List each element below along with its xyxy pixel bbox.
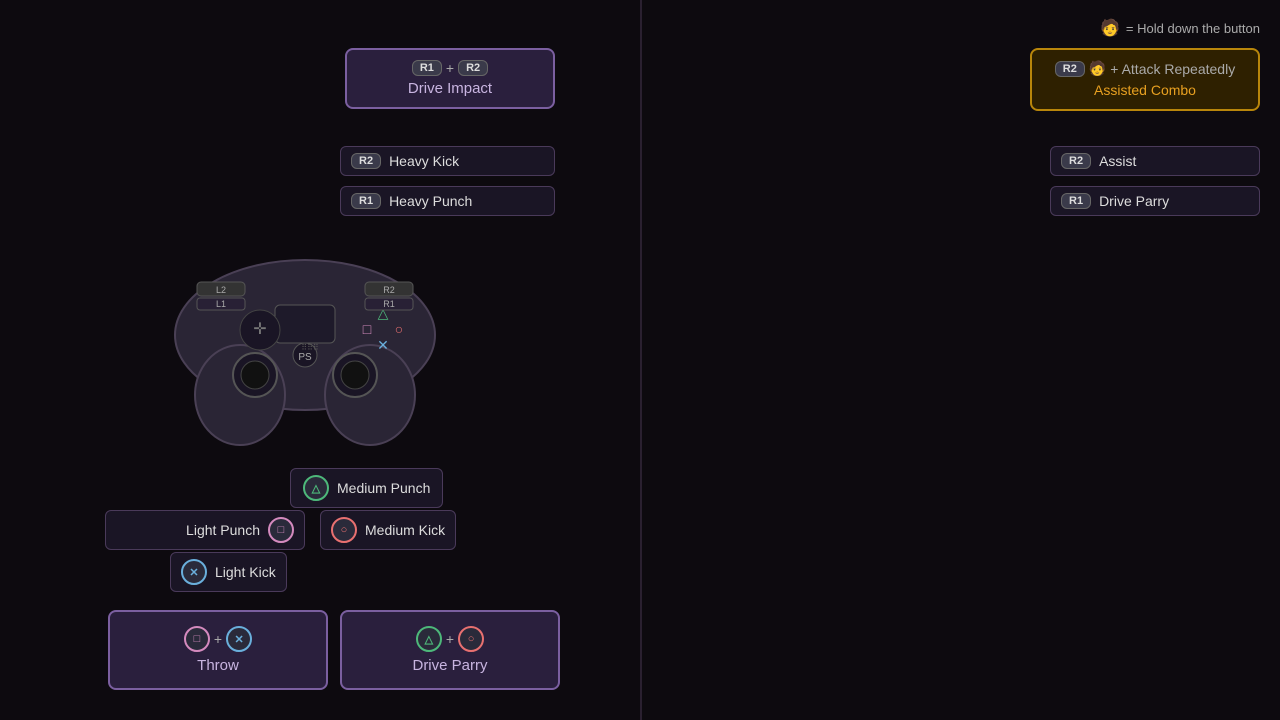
assisted-combo-box: R2 🧑 + Attack Repeatedly Assisted Combo bbox=[1030, 48, 1260, 111]
r2-badge-hk: R2 bbox=[351, 153, 381, 169]
r2-badge-assist: R2 bbox=[1061, 153, 1091, 169]
assist-text: Assist bbox=[1099, 153, 1136, 169]
svg-text:✕: ✕ bbox=[377, 337, 389, 353]
svg-text:L2: L2 bbox=[216, 285, 226, 295]
r1-badge-dp: R1 bbox=[1061, 193, 1091, 209]
light-punch-text: Light Punch bbox=[186, 522, 260, 538]
r1-badge: R1 bbox=[412, 60, 442, 76]
svg-text:⠿⠿⠿: ⠿⠿⠿ bbox=[301, 343, 319, 352]
controller-left-svg: ✛ PS △ □ ○ ✕ ⠿⠿⠿ L2 L1 R2 R1 bbox=[155, 230, 455, 450]
square-btn-throw: □ bbox=[184, 626, 210, 652]
r2-badge: R2 bbox=[458, 60, 488, 76]
assisted-combo-buttons: R2 🧑 + Attack Repeatedly bbox=[1046, 60, 1244, 77]
heavy-punch-row: R1 Heavy Punch bbox=[340, 186, 555, 216]
assist-row: R2 Assist bbox=[1050, 146, 1260, 176]
controller-left: ✛ PS △ □ ○ ✕ ⠿⠿⠿ L2 L1 R2 R1 bbox=[155, 230, 455, 450]
svg-text:L1: L1 bbox=[216, 299, 226, 309]
square-btn-lp: □ bbox=[268, 517, 294, 543]
left-panel: R1 + R2 Drive Impact R2 Heavy Kick R1 He… bbox=[0, 0, 640, 720]
triangle-btn-dp: △ bbox=[416, 626, 442, 652]
r2-badge-ac: R2 bbox=[1055, 61, 1085, 77]
drive-impact-box-left: R1 + R2 Drive Impact bbox=[345, 48, 555, 109]
triangle-btn-mp: △ bbox=[303, 475, 329, 501]
hold-icon-ac: 🧑 bbox=[1089, 60, 1106, 77]
cross-btn-throw: ✕ bbox=[226, 626, 252, 652]
circle-btn-dp: ○ bbox=[458, 626, 484, 652]
drive-parry-text-right: Drive Parry bbox=[1099, 193, 1169, 209]
light-punch-row: Light Punch □ bbox=[105, 510, 305, 550]
circle-btn-mk: ○ bbox=[331, 517, 357, 543]
throw-combo-buttons: □ + ✕ bbox=[124, 626, 312, 652]
drive-parry-label: Drive Parry bbox=[356, 657, 544, 674]
medium-punch-label: △ Medium Punch bbox=[290, 468, 443, 508]
r1-badge-hp: R1 bbox=[351, 193, 381, 209]
assisted-combo-label: Assisted Combo bbox=[1046, 81, 1244, 99]
medium-kick-text: Medium Kick bbox=[365, 522, 445, 538]
light-kick-text: Light Kick bbox=[215, 564, 276, 580]
medium-kick-row: ○ Medium Kick bbox=[320, 510, 456, 550]
throw-label: Throw bbox=[124, 657, 312, 674]
cross-btn-lk: ✕ bbox=[181, 559, 207, 585]
medium-punch-text: Medium Punch bbox=[337, 480, 430, 496]
svg-text:□: □ bbox=[363, 321, 372, 337]
svg-text:○: ○ bbox=[395, 321, 403, 337]
light-kick-row: ✕ Light Kick bbox=[170, 552, 287, 592]
svg-text:R1: R1 bbox=[383, 299, 395, 309]
drive-parry-combo-box: △ + ○ Drive Parry bbox=[340, 610, 560, 690]
drive-impact-buttons: R1 + R2 bbox=[361, 60, 539, 76]
drive-impact-label-left: Drive Impact bbox=[361, 80, 539, 97]
heavy-kick-text: Heavy Kick bbox=[389, 153, 459, 169]
throw-combo-box: □ + ✕ Throw bbox=[108, 610, 328, 690]
svg-text:R2: R2 bbox=[383, 285, 395, 295]
drive-parry-row-right: R1 Drive Parry bbox=[1050, 186, 1260, 216]
svg-text:PS: PS bbox=[298, 352, 312, 363]
svg-text:✛: ✛ bbox=[253, 321, 266, 338]
drive-parry-buttons: △ + ○ bbox=[356, 626, 544, 652]
heavy-punch-text: Heavy Punch bbox=[389, 193, 472, 209]
right-panel: R2 🧑 + Attack Repeatedly Assisted Combo … bbox=[640, 0, 1280, 720]
heavy-kick-row: R2 Heavy Kick bbox=[340, 146, 555, 176]
